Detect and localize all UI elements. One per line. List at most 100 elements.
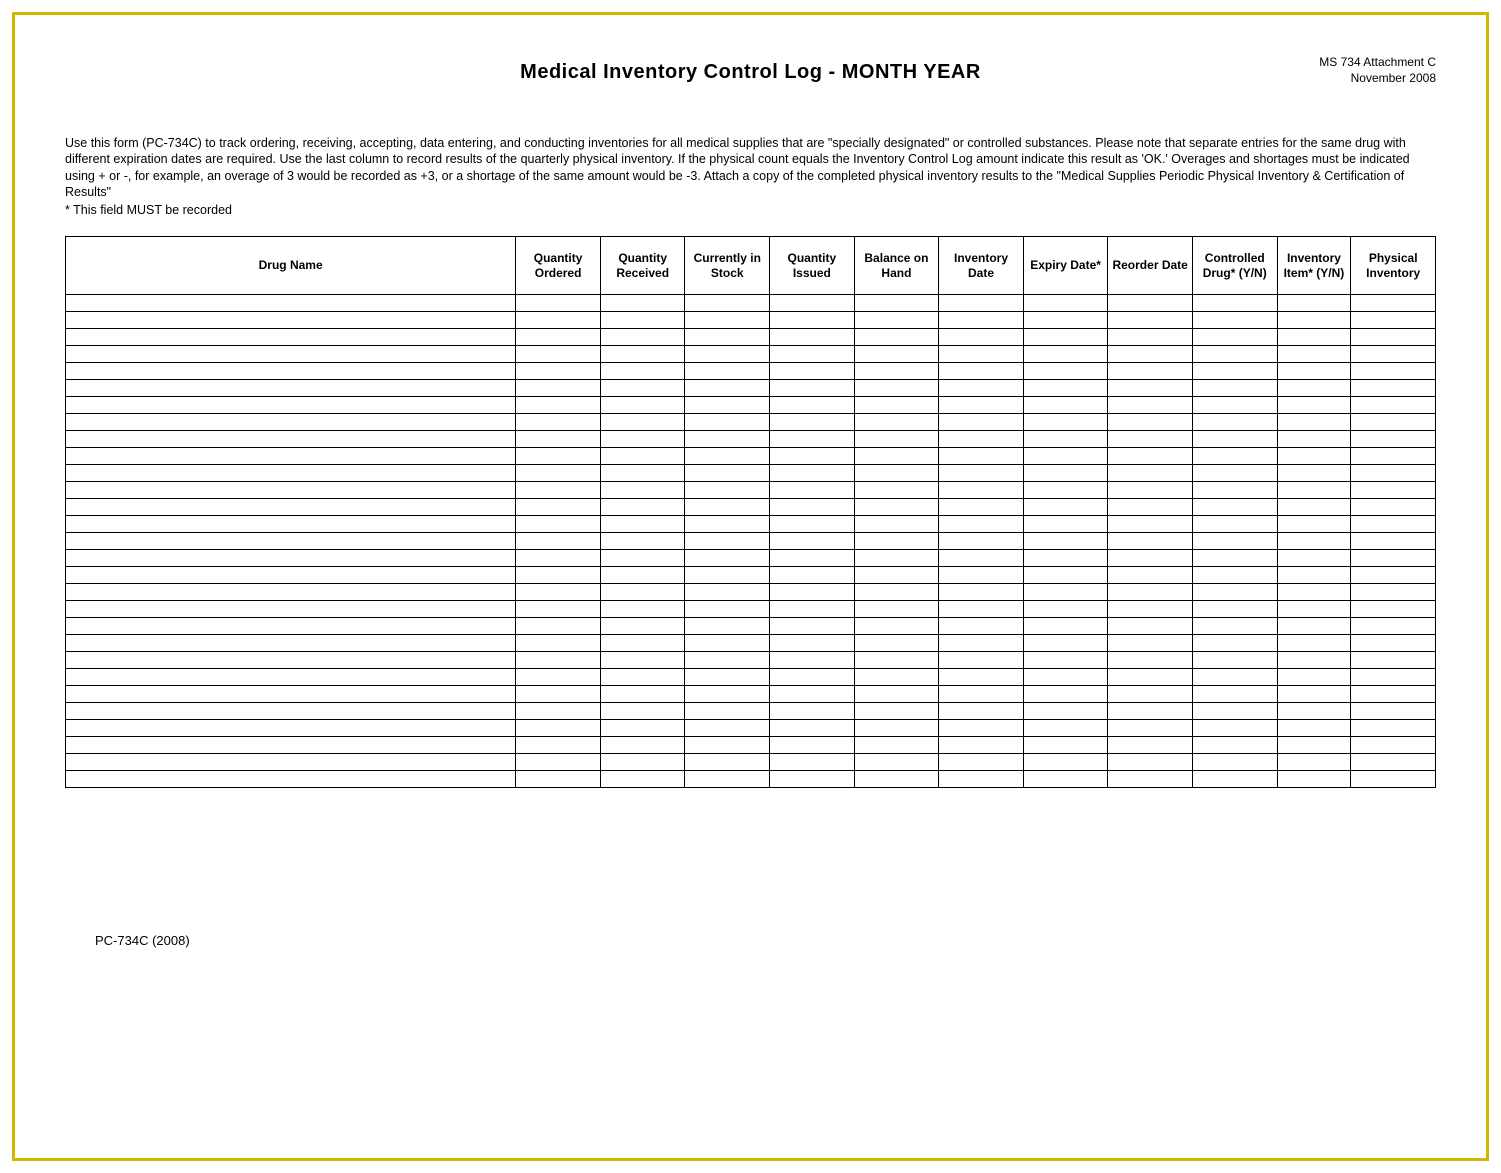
table-cell[interactable] — [516, 414, 601, 431]
table-cell[interactable] — [685, 414, 770, 431]
table-cell[interactable] — [66, 397, 516, 414]
table-cell[interactable] — [516, 550, 601, 567]
table-cell[interactable] — [66, 499, 516, 516]
table-cell[interactable] — [1277, 533, 1351, 550]
table-cell[interactable] — [516, 737, 601, 754]
table-cell[interactable] — [1108, 414, 1193, 431]
table-cell[interactable] — [66, 686, 516, 703]
table-cell[interactable] — [770, 329, 855, 346]
table-cell[interactable] — [1108, 516, 1193, 533]
table-cell[interactable] — [516, 346, 601, 363]
table-cell[interactable] — [939, 346, 1024, 363]
table-cell[interactable] — [1192, 737, 1277, 754]
table-cell[interactable] — [1108, 448, 1193, 465]
table-cell[interactable] — [1192, 567, 1277, 584]
table-cell[interactable] — [1277, 295, 1351, 312]
table-cell[interactable] — [685, 618, 770, 635]
table-cell[interactable] — [939, 669, 1024, 686]
table-cell[interactable] — [1351, 635, 1436, 652]
table-cell[interactable] — [854, 329, 939, 346]
table-cell[interactable] — [854, 346, 939, 363]
table-cell[interactable] — [66, 703, 516, 720]
table-cell[interactable] — [1277, 618, 1351, 635]
table-cell[interactable] — [1192, 533, 1277, 550]
table-cell[interactable] — [770, 584, 855, 601]
table-cell[interactable] — [1023, 414, 1108, 431]
table-cell[interactable] — [854, 465, 939, 482]
table-cell[interactable] — [1277, 771, 1351, 788]
table-cell[interactable] — [1277, 516, 1351, 533]
table-cell[interactable] — [1351, 720, 1436, 737]
table-cell[interactable] — [939, 618, 1024, 635]
table-cell[interactable] — [685, 329, 770, 346]
table-cell[interactable] — [854, 703, 939, 720]
table-cell[interactable] — [1023, 686, 1108, 703]
table-cell[interactable] — [685, 669, 770, 686]
table-cell[interactable] — [600, 363, 685, 380]
table-cell[interactable] — [1351, 686, 1436, 703]
table-cell[interactable] — [600, 465, 685, 482]
table-cell[interactable] — [1277, 686, 1351, 703]
table-cell[interactable] — [1351, 567, 1436, 584]
table-cell[interactable] — [1108, 754, 1193, 771]
table-cell[interactable] — [516, 686, 601, 703]
table-cell[interactable] — [516, 380, 601, 397]
table-cell[interactable] — [1023, 482, 1108, 499]
table-cell[interactable] — [854, 397, 939, 414]
table-cell[interactable] — [685, 312, 770, 329]
table-cell[interactable] — [939, 754, 1024, 771]
table-cell[interactable] — [1351, 533, 1436, 550]
table-cell[interactable] — [770, 465, 855, 482]
table-cell[interactable] — [600, 771, 685, 788]
table-cell[interactable] — [1023, 346, 1108, 363]
table-cell[interactable] — [939, 380, 1024, 397]
table-cell[interactable] — [1108, 346, 1193, 363]
table-cell[interactable] — [854, 737, 939, 754]
table-cell[interactable] — [939, 652, 1024, 669]
table-cell[interactable] — [854, 618, 939, 635]
table-cell[interactable] — [939, 329, 1024, 346]
table-cell[interactable] — [516, 329, 601, 346]
table-cell[interactable] — [1023, 669, 1108, 686]
table-cell[interactable] — [1277, 737, 1351, 754]
table-cell[interactable] — [770, 363, 855, 380]
table-cell[interactable] — [770, 652, 855, 669]
table-cell[interactable] — [1023, 448, 1108, 465]
table-cell[interactable] — [66, 465, 516, 482]
table-cell[interactable] — [516, 431, 601, 448]
table-cell[interactable] — [1351, 754, 1436, 771]
table-cell[interactable] — [854, 567, 939, 584]
table-cell[interactable] — [1108, 652, 1193, 669]
table-cell[interactable] — [516, 482, 601, 499]
table-cell[interactable] — [770, 771, 855, 788]
table-cell[interactable] — [1277, 465, 1351, 482]
table-cell[interactable] — [1351, 329, 1436, 346]
table-cell[interactable] — [1023, 397, 1108, 414]
table-cell[interactable] — [516, 533, 601, 550]
table-cell[interactable] — [685, 686, 770, 703]
table-cell[interactable] — [1192, 431, 1277, 448]
table-cell[interactable] — [1023, 567, 1108, 584]
table-cell[interactable] — [600, 499, 685, 516]
table-cell[interactable] — [600, 431, 685, 448]
table-cell[interactable] — [1192, 465, 1277, 482]
table-cell[interactable] — [516, 499, 601, 516]
table-cell[interactable] — [1108, 431, 1193, 448]
table-cell[interactable] — [770, 414, 855, 431]
table-cell[interactable] — [1192, 618, 1277, 635]
table-cell[interactable] — [1023, 431, 1108, 448]
table-cell[interactable] — [854, 550, 939, 567]
table-cell[interactable] — [1277, 703, 1351, 720]
table-cell[interactable] — [685, 380, 770, 397]
table-cell[interactable] — [854, 771, 939, 788]
table-cell[interactable] — [1108, 584, 1193, 601]
table-cell[interactable] — [600, 720, 685, 737]
table-cell[interactable] — [1108, 720, 1193, 737]
table-cell[interactable] — [1192, 720, 1277, 737]
table-cell[interactable] — [685, 346, 770, 363]
table-cell[interactable] — [854, 669, 939, 686]
table-cell[interactable] — [685, 567, 770, 584]
table-cell[interactable] — [1023, 771, 1108, 788]
table-cell[interactable] — [516, 754, 601, 771]
table-cell[interactable] — [1108, 397, 1193, 414]
